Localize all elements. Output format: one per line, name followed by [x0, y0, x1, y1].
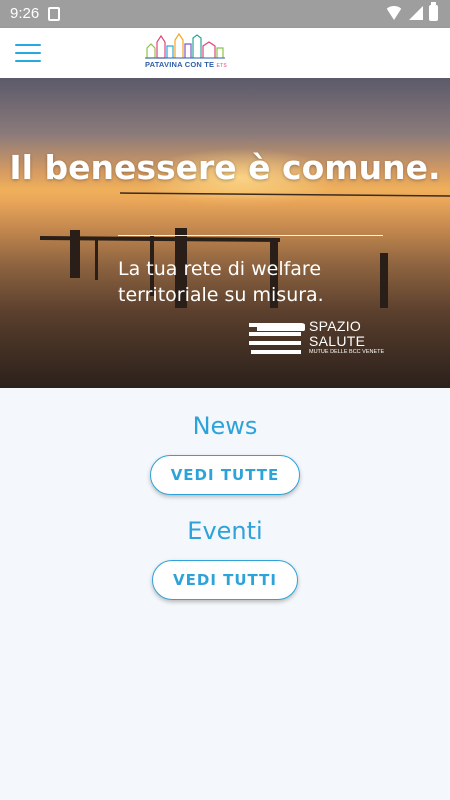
- eventi-section-title: Eventi: [187, 517, 263, 545]
- brand-name: SPAZIO SALUTE: [309, 319, 365, 349]
- news-section-title: News: [192, 412, 258, 440]
- status-bar: 9:26: [0, 0, 450, 28]
- spazio-salute-logo: SPAZIO SALUTE MUTUE DELLE BCC VENETE: [247, 319, 387, 359]
- cellular-signal-icon: [409, 6, 423, 20]
- spazio-salute-mark-icon: [249, 323, 305, 354]
- app-logo[interactable]: PATAVINA CON TE ETS: [145, 32, 227, 74]
- logo-suffix: ETS: [216, 63, 227, 69]
- hamburger-menu-icon[interactable]: [15, 44, 41, 62]
- brand-tagline: MUTUE DELLE BCC VENETE: [309, 349, 385, 355]
- city-skyline-icon: [145, 32, 225, 59]
- wifi-icon: [385, 6, 403, 20]
- news-view-all-button[interactable]: VEDI TUTTE: [150, 455, 300, 495]
- sim-card-icon: [48, 7, 60, 21]
- battery-icon: [429, 2, 438, 21]
- hero-banner: Il benessere è comune. La tua rete di we…: [0, 78, 450, 388]
- status-icons: [385, 2, 438, 21]
- hero-divider: [118, 235, 383, 236]
- eventi-view-all-button[interactable]: VEDI TUTTI: [152, 560, 298, 600]
- hero-title: Il benessere è comune.: [9, 148, 441, 187]
- brand-name-line1: SPAZIO: [309, 318, 362, 334]
- logo-text: PATAVINA CON TE ETS: [145, 60, 227, 69]
- brand-name-line2: SALUTE: [309, 333, 366, 349]
- hero-subtitle: La tua rete di welfare territoriale su m…: [118, 258, 324, 306]
- app-bar: PATAVINA CON TE ETS: [0, 28, 450, 78]
- status-time: 9:26: [10, 5, 40, 22]
